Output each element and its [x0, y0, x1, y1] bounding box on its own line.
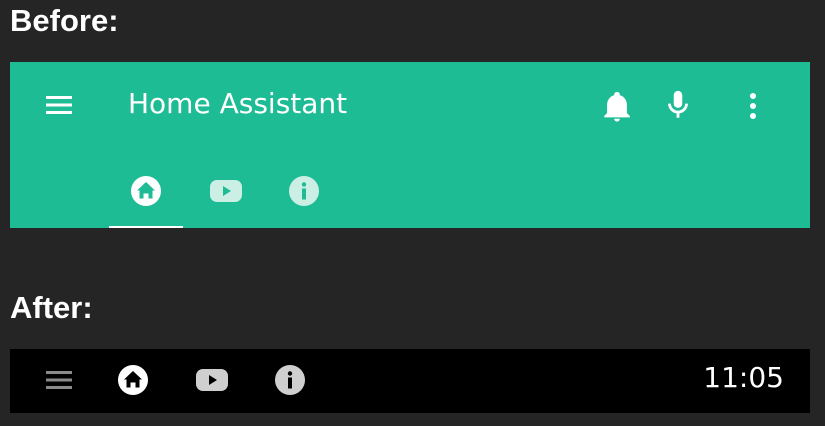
- after-heading: After:: [10, 290, 93, 325]
- tab-home[interactable]: [109, 160, 183, 228]
- bell-icon[interactable]: [600, 88, 634, 124]
- tab-youtube[interactable]: [188, 160, 262, 228]
- youtube-icon[interactable]: [195, 364, 229, 396]
- menu-icon[interactable]: [44, 368, 76, 392]
- home-icon[interactable]: [117, 364, 149, 396]
- home-icon: [131, 176, 161, 206]
- youtube-icon: [210, 180, 242, 202]
- clock: 11:05: [703, 361, 784, 394]
- menu-icon[interactable]: [44, 93, 76, 117]
- tab-info[interactable]: [267, 160, 341, 228]
- selected-tab-indicator: [109, 226, 183, 228]
- microphone-icon[interactable]: [661, 88, 695, 122]
- after-toolbar: 11:05: [10, 349, 810, 413]
- app-title: Home Assistant: [128, 87, 348, 120]
- more-vert-icon[interactable]: [744, 92, 762, 122]
- before-heading: Before:: [10, 3, 119, 38]
- info-icon[interactable]: [274, 364, 306, 396]
- info-icon: [289, 176, 319, 206]
- before-toolbar: Home Assistant: [10, 62, 810, 228]
